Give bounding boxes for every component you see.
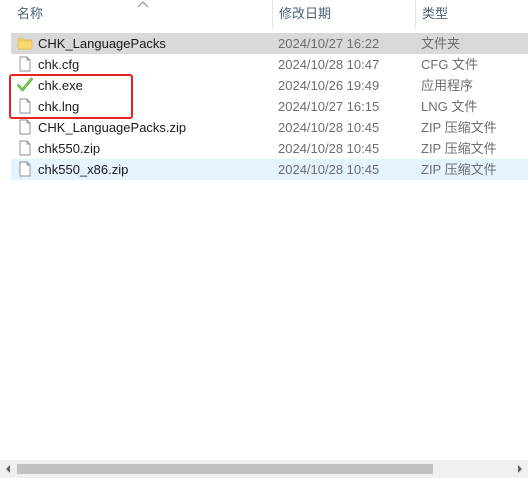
scrollbar-thumb[interactable]	[17, 464, 433, 474]
file-name: chk.lng	[38, 99, 80, 114]
file-date: 2024/10/28 10:45	[278, 141, 380, 156]
file-row-chk-cfg[interactable]: chk.cfg 2024/10/28 10:47 CFG 文件	[11, 54, 528, 75]
file-date: 2024/10/27 16:15	[278, 99, 380, 114]
file-icon	[19, 140, 31, 156]
column-header-name[interactable]: 名称	[11, 0, 271, 29]
file-date: 2024/10/27 16:22	[278, 36, 380, 51]
horizontal-scrollbar[interactable]	[0, 460, 528, 478]
file-icon	[19, 98, 31, 114]
file-row-chk550-x86-zip[interactable]: chk550_x86.zip 2024/10/28 10:45 ZIP 压缩文件	[11, 159, 528, 180]
file-name: chk.exe	[38, 78, 83, 93]
file-name: CHK_LanguagePacks.zip	[38, 120, 187, 135]
file-date: 2024/10/26 19:49	[278, 78, 380, 93]
scroll-right-icon[interactable]	[516, 464, 524, 474]
file-icon	[19, 119, 31, 135]
file-name: chk550.zip	[38, 141, 101, 156]
column-header-date[interactable]: 修改日期	[272, 0, 415, 29]
checkmark-app-icon	[17, 77, 33, 92]
file-icon	[19, 161, 31, 177]
file-name: chk550_x86.zip	[38, 162, 129, 177]
file-type: 应用程序	[421, 78, 474, 93]
file-row-chk-languagepacks-folder[interactable]: CHK_LanguagePacks 2024/10/27 16:22 文件夹	[11, 33, 528, 54]
file-name: chk.cfg	[38, 57, 80, 72]
file-row-chk-exe[interactable]: chk.exe 2024/10/26 19:49 应用程序	[11, 75, 528, 96]
file-date: 2024/10/28 10:45	[278, 162, 380, 177]
file-name: CHK_LanguagePacks	[38, 36, 166, 51]
file-type: LNG 文件	[421, 99, 478, 114]
file-type: CFG 文件	[421, 57, 479, 72]
file-row-chk550-zip[interactable]: chk550.zip 2024/10/28 10:45 ZIP 压缩文件	[11, 138, 528, 159]
file-row-chk-lng[interactable]: chk.lng 2024/10/27 16:15 LNG 文件	[11, 96, 528, 117]
file-type: ZIP 压缩文件	[421, 120, 497, 135]
folder-icon	[17, 38, 33, 50]
column-header-type[interactable]: 类型	[415, 0, 528, 29]
file-type: ZIP 压缩文件	[421, 162, 497, 177]
file-row-chk-languagepacks-zip[interactable]: CHK_LanguagePacks.zip 2024/10/28 10:45 Z…	[11, 117, 528, 138]
file-type: ZIP 压缩文件	[421, 141, 497, 156]
column-header-bar: 名称 修改日期 类型	[0, 0, 528, 29]
file-type: 文件夹	[421, 36, 461, 51]
scroll-left-icon[interactable]	[4, 464, 12, 474]
file-date: 2024/10/28 10:47	[278, 57, 380, 72]
file-date: 2024/10/28 10:45	[278, 120, 380, 135]
file-icon	[19, 56, 31, 72]
